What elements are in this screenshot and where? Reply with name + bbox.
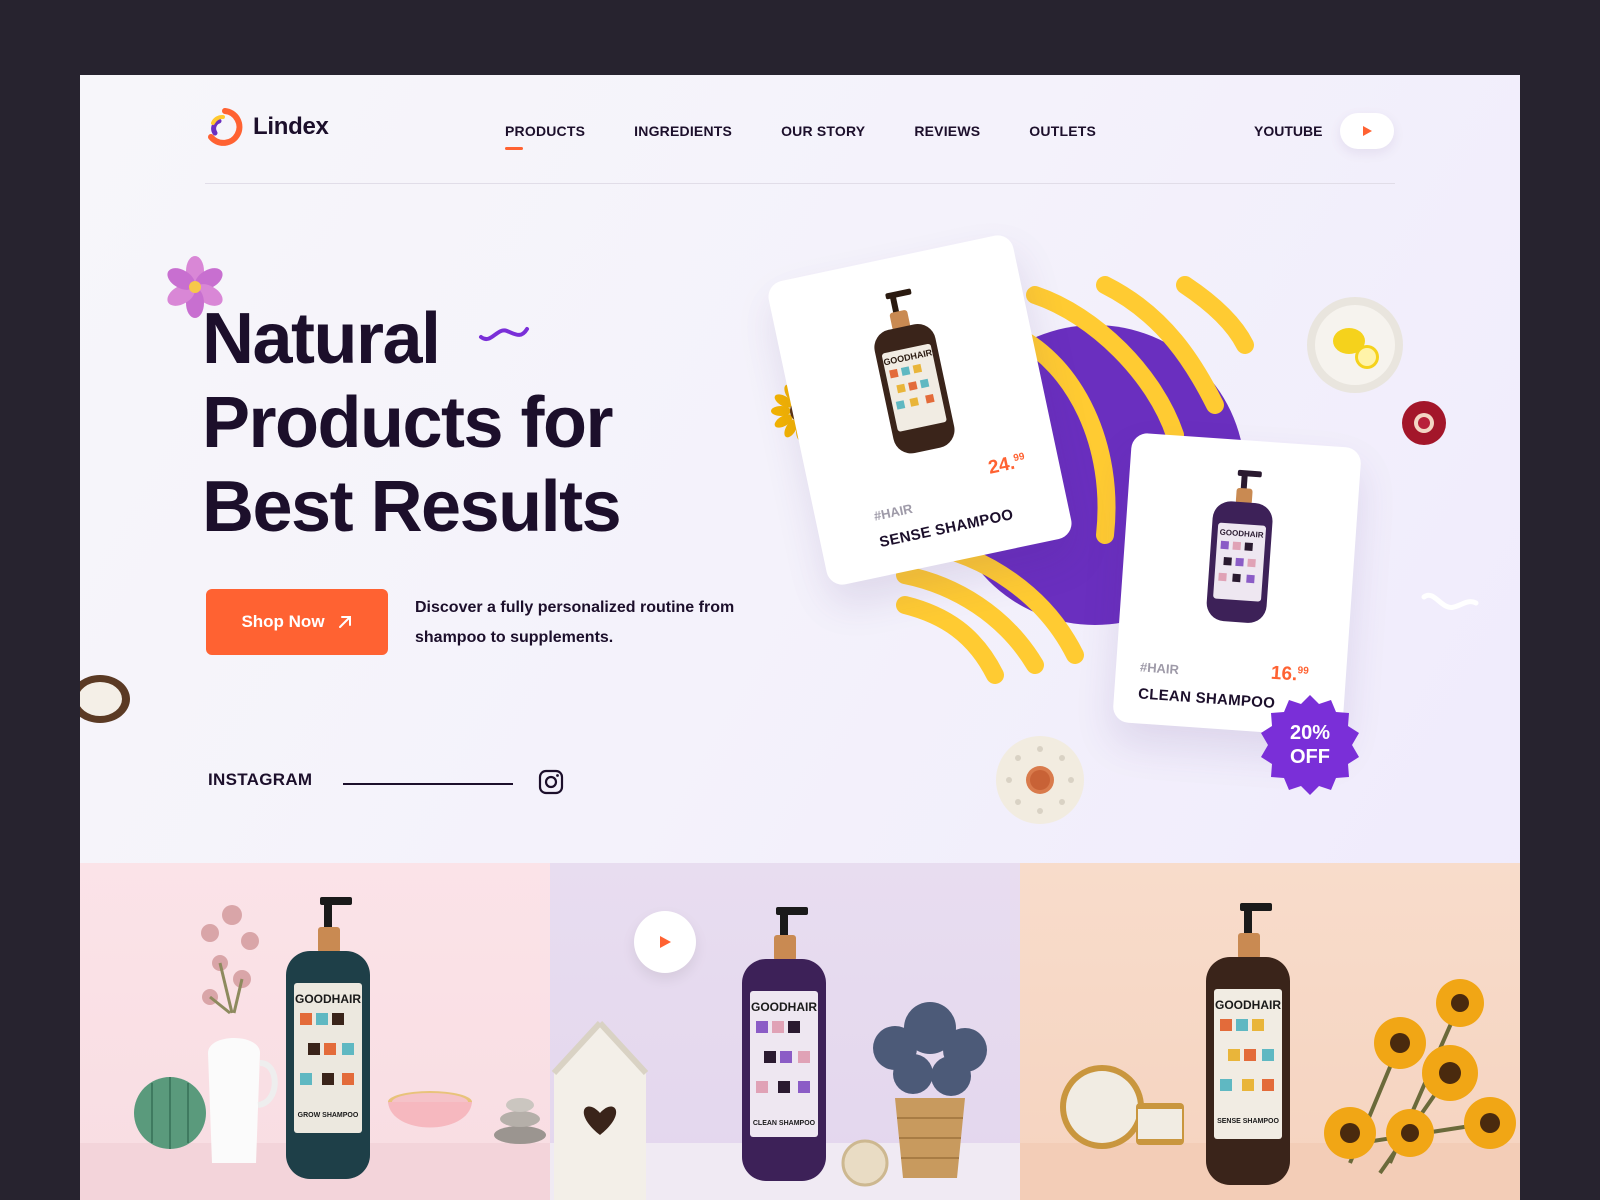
cactus-image — [134, 1077, 206, 1149]
instagram-icon[interactable] — [538, 769, 564, 795]
squiggle-decoration — [479, 327, 529, 341]
product-panel-sense[interactable]: GOODHAIR SENSE SHAMPOO — [1020, 863, 1520, 1200]
lemon-bowl-icon — [1307, 297, 1403, 393]
youtube-play-button[interactable] — [1340, 113, 1394, 149]
pomegranate-icon — [1402, 401, 1446, 445]
shop-now-label: Shop Now — [241, 612, 325, 631]
bottle-product-label: GROW SHAMPOO — [298, 1112, 359, 1119]
shampoo-bottle-image: GOODHAIR GROW SHAMPOO — [286, 897, 370, 1179]
badge-text: 20% OFF — [1260, 721, 1360, 769]
spice-plate-icon — [996, 736, 1084, 824]
brand-name: Lindex — [253, 113, 329, 140]
rattan-ball-image — [841, 1139, 889, 1187]
header-divider — [205, 183, 1395, 184]
nav-item-ingredients[interactable]: INGREDIENTS — [634, 123, 732, 139]
nav-item-outlets[interactable]: OUTLETS — [1029, 123, 1096, 139]
instagram-label: INSTAGRAM — [208, 770, 313, 789]
nav-item-our-story[interactable]: OUR STORY — [781, 123, 865, 139]
badge-line-2: OFF — [1290, 746, 1330, 768]
product-panel-grow[interactable]: GOODHAIR GROW SHAMPOO — [80, 863, 550, 1200]
header: Lindex PRODUCTS INGREDIENTS OUR STORY RE… — [80, 75, 1520, 185]
bowl-image — [388, 1091, 472, 1128]
youtube-link[interactable]: YOUTUBE — [1254, 123, 1322, 139]
video-play-button[interactable] — [634, 911, 696, 973]
shampoo-bottle-image: GOODHAIR SENSE SHAMPOO — [1206, 903, 1290, 1185]
instagram-line — [343, 783, 513, 785]
white-squiggle-decoration — [1421, 592, 1479, 610]
page-frame: Lindex PRODUCTS INGREDIENTS OUR STORY RE… — [80, 75, 1520, 1200]
nav-item-reviews[interactable]: REVIEWS — [914, 123, 980, 139]
nav-item-products[interactable]: PRODUCTS — [505, 123, 585, 150]
jar-image — [1060, 1065, 1184, 1149]
product-tag: #HAIR — [872, 500, 914, 524]
bottle-product-label: CLEAN SHAMPOO — [753, 1120, 816, 1127]
bottle-brand-label: GOODHAIR — [751, 1000, 817, 1014]
bottle-product-label: SENSE SHAMPOO — [1217, 1118, 1279, 1125]
hero-title: Natural Products for Best Results — [202, 297, 722, 549]
logo[interactable]: Lindex — [205, 107, 329, 147]
bottle-brand-label: GOODHAIR — [1215, 998, 1281, 1012]
hero-title-line-1: Natural — [202, 299, 441, 379]
discount-badge: 20% OFF — [1260, 695, 1360, 795]
hero-description: Discover a fully personalized routine fr… — [415, 599, 735, 646]
product-tag: #HAIR — [1139, 659, 1180, 678]
product-price: 16.99 — [1270, 662, 1310, 686]
stones-image — [494, 1098, 546, 1144]
coconut-icon — [80, 675, 130, 723]
badge-line-1: 20% — [1289, 722, 1331, 744]
play-icon — [1363, 126, 1372, 136]
shampoo-bottle-image: GOODHAIR — [1206, 469, 1273, 623]
birdhouse-image — [551, 1020, 649, 1200]
sunflowers-image — [1324, 979, 1516, 1175]
shampoo-bottle-image: GOODHAIR — [874, 288, 955, 454]
product-panel-clean[interactable]: GOODHAIR CLEAN SHAMPOO — [550, 863, 1020, 1200]
logo-icon — [208, 108, 243, 146]
product-card-clean-shampoo[interactable]: GOODHAIR #HAIR 16.99 CLEAN SHAMPOO — [1112, 432, 1362, 738]
shampoo-bottle-image: GOODHAIR CLEAN SHAMPOO — [742, 907, 826, 1181]
product-price: 24.99 — [986, 451, 1026, 479]
hero-title-line-3: Best Results — [202, 467, 622, 547]
play-icon — [660, 936, 671, 948]
hero-title-line-2: Products for — [202, 383, 614, 463]
product-name: CLEAN SHAMPOO — [1137, 685, 1276, 712]
main-nav: PRODUCTS INGREDIENTS OUR STORY REVIEWS O… — [505, 123, 1145, 150]
arrow-up-right-icon — [338, 616, 351, 628]
shop-now-button[interactable]: Shop Now — [206, 589, 388, 655]
bottle-brand-label: GOODHAIR — [295, 992, 361, 1006]
